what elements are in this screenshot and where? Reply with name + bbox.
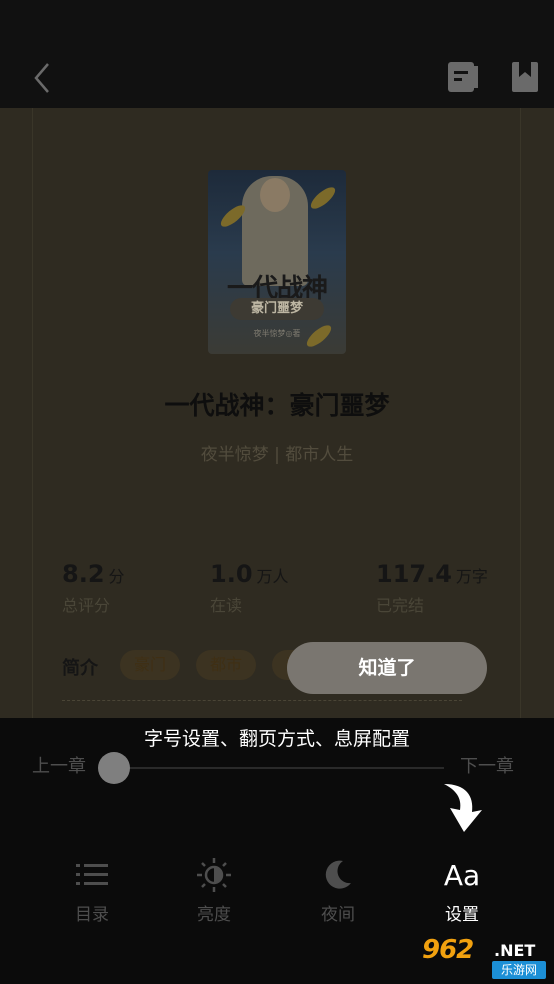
cover-figure-head (260, 178, 290, 212)
divider (62, 700, 462, 701)
nav-label: 亮度 (197, 905, 231, 925)
next-chapter-button[interactable]: 下一章 (460, 752, 514, 778)
stat-readers: 1.0 万人 在读 (210, 560, 289, 616)
top-bar (0, 0, 554, 108)
stat-label: 总评分 (62, 596, 111, 615)
font-settings-icon: Aa (443, 858, 481, 892)
stat-value: 8.2 (62, 560, 105, 588)
cover-leaf (307, 183, 339, 213)
stat-unit: 万人 (256, 567, 289, 586)
watermark-number: 962 (422, 935, 474, 965)
stat-label: 已完结 (376, 596, 425, 615)
book-detail: 一代战神 豪门噩梦 夜半惊梦◎著 一代战神：豪门噩梦 夜半惊梦 | 都市人生 8… (0, 108, 554, 718)
chapter-progress-track[interactable] (114, 767, 444, 769)
watermark-site: 乐游网 (492, 961, 546, 979)
arrow-down-icon (444, 784, 482, 832)
bookmark-button[interactable] (508, 60, 542, 94)
nav-label: 目录 (75, 905, 109, 925)
bookmark-icon (512, 62, 538, 92)
stat-unit: 分 (108, 567, 125, 586)
cover-subtitle: 豪门噩梦 (230, 298, 324, 320)
nav-label: 夜间 (321, 905, 355, 925)
reader-screen: 一代战神 豪门噩梦 夜半惊梦◎著 一代战神：豪门噩梦 夜半惊梦 | 都市人生 8… (0, 0, 554, 984)
nav-settings[interactable]: Aa 设置 (412, 856, 512, 926)
tag-chip[interactable]: 都市 (196, 650, 257, 680)
site-watermark: 962 .NET 乐游网 (414, 935, 548, 981)
stat-value: 117.4 (376, 560, 452, 588)
brightness-icon (197, 858, 231, 892)
watermark-suffix: .NET (494, 941, 536, 960)
intro-label: 简介 (62, 658, 98, 679)
nav-catalog[interactable]: 目录 (42, 856, 142, 925)
nav-brightness[interactable]: 亮度 (164, 856, 264, 925)
chapter-progress-thumb[interactable] (98, 752, 130, 784)
book-cover: 一代战神 豪门噩梦 夜半惊梦◎著 (208, 170, 346, 354)
stat-rating: 8.2 分 总评分 (62, 560, 125, 616)
stat-word-count: 117.4 万字 已完结 (376, 560, 488, 616)
nav-night-mode[interactable]: 夜间 (288, 856, 388, 925)
catalog-button[interactable] (446, 60, 480, 94)
book-catalog-icon (448, 62, 478, 92)
book-title: 一代战神：豪门噩梦 (164, 391, 390, 420)
guide-hint-text: 字号设置、翻页方式、息屏配置 (0, 724, 554, 751)
got-it-button[interactable]: 知道了 (287, 642, 487, 694)
stat-label: 在读 (210, 596, 243, 615)
stat-value: 1.0 (210, 560, 253, 588)
tag-chip[interactable]: 豪门 (120, 650, 181, 680)
book-author-category: 夜半惊梦 | 都市人生 (200, 445, 354, 465)
stat-unit: 万字 (455, 567, 488, 586)
cover-author: 夜半惊梦◎著 (253, 329, 301, 338)
moon-icon (325, 860, 351, 889)
chevron-left-icon (34, 63, 49, 93)
nav-label: 设置 (445, 905, 479, 925)
list-icon (76, 864, 108, 885)
back-button[interactable] (26, 58, 62, 98)
prev-chapter-button[interactable]: 上一章 (32, 752, 86, 778)
guide-hint: 字号设置、翻页方式、息屏配置 (143, 728, 410, 750)
